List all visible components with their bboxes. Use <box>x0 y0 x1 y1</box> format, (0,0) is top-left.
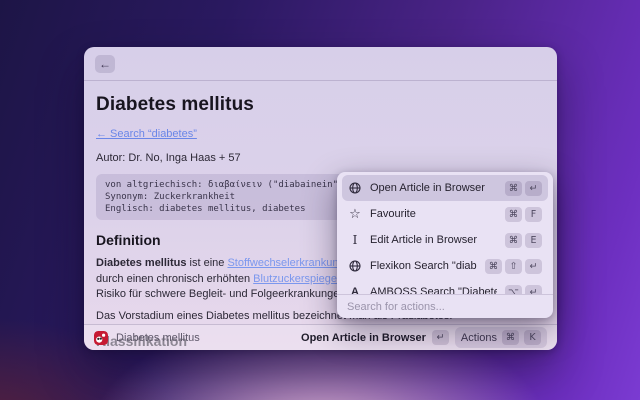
menu-item-favourite[interactable]: ☆ Favourite ⌘ F <box>342 201 548 227</box>
menu-item-edit-article[interactable]: I Edit Article in Browser ⌘ E <box>342 227 548 253</box>
enter-key-badge: ↵ <box>525 259 542 274</box>
actions-menu-list: Open Article in Browser ⌘ ↵ ☆ Favourite … <box>337 172 553 294</box>
back-button[interactable]: ← <box>95 55 115 73</box>
enter-key-badge: ↵ <box>525 181 542 196</box>
page-title: Diabetes mellitus <box>96 94 545 116</box>
enter-key-badge: ↵ <box>525 285 542 295</box>
menu-item-amboss-search[interactable]: A AMBOSS Search "Diabetes mellitus" ⌥ ↵ <box>342 279 548 294</box>
back-arrow-icon: ← <box>99 57 111 71</box>
cmd-key-badge: ⌘ <box>505 233 522 248</box>
actions-label: Actions <box>461 332 497 344</box>
desktop-background: ← Diabetes mellitus ← Search “diabetes” … <box>0 0 640 400</box>
f-key-badge: F <box>525 207 542 222</box>
author-line: Autor: Dr. No, Inga Haas + 57 <box>96 152 545 164</box>
amboss-icon: A <box>348 287 362 295</box>
footer-actions: Open Article in Browser ↵ Actions ⌘ K <box>301 327 547 348</box>
link-blutzuckerspiegel[interactable]: Blutzuckerspiegel <box>253 273 339 285</box>
enter-key-badge: ↵ <box>432 330 449 345</box>
actions-button[interactable]: Actions ⌘ K <box>455 327 547 348</box>
option-key-badge: ⌥ <box>505 285 522 295</box>
cmd-key-badge: ⌘ <box>502 330 519 345</box>
star-icon: ☆ <box>348 208 362 221</box>
term-bold: Diabetes mellitus <box>96 257 186 269</box>
menu-item-open-article[interactable]: Open Article in Browser ⌘ ↵ <box>342 175 548 201</box>
cmd-key-badge: ⌘ <box>485 259 502 274</box>
primary-action-label[interactable]: Open Article in Browser <box>301 332 426 344</box>
actions-menu: Open Article in Browser ⌘ ↵ ☆ Favourite … <box>337 172 553 318</box>
menu-item-flexikon-search[interactable]: Flexikon Search "diabetes" ⌘ ⇧ ↵ <box>342 253 548 279</box>
actions-search-input[interactable] <box>347 301 543 313</box>
link-stoffwechselerkrankung[interactable]: Stoffwechselerkrankung <box>227 257 344 269</box>
shift-key-badge: ⇧ <box>505 259 522 274</box>
current-item-title: Diabetes mellitus <box>116 332 200 344</box>
actions-search-bar <box>337 294 553 318</box>
globe-icon <box>348 260 362 272</box>
k-key-badge: K <box>524 330 541 345</box>
globe-icon <box>348 182 362 194</box>
cmd-key-badge: ⌘ <box>505 207 522 222</box>
doccheck-app-icon <box>94 331 108 345</box>
window-header: ← <box>84 47 557 81</box>
e-key-badge: E <box>525 233 542 248</box>
back-to-search-link[interactable]: ← Search “diabetes” <box>96 128 197 140</box>
cmd-key-badge: ⌘ <box>505 181 522 196</box>
text-cursor-icon: I <box>348 234 362 246</box>
status-bar: Diabetes mellitus Open Article in Browse… <box>84 324 557 350</box>
